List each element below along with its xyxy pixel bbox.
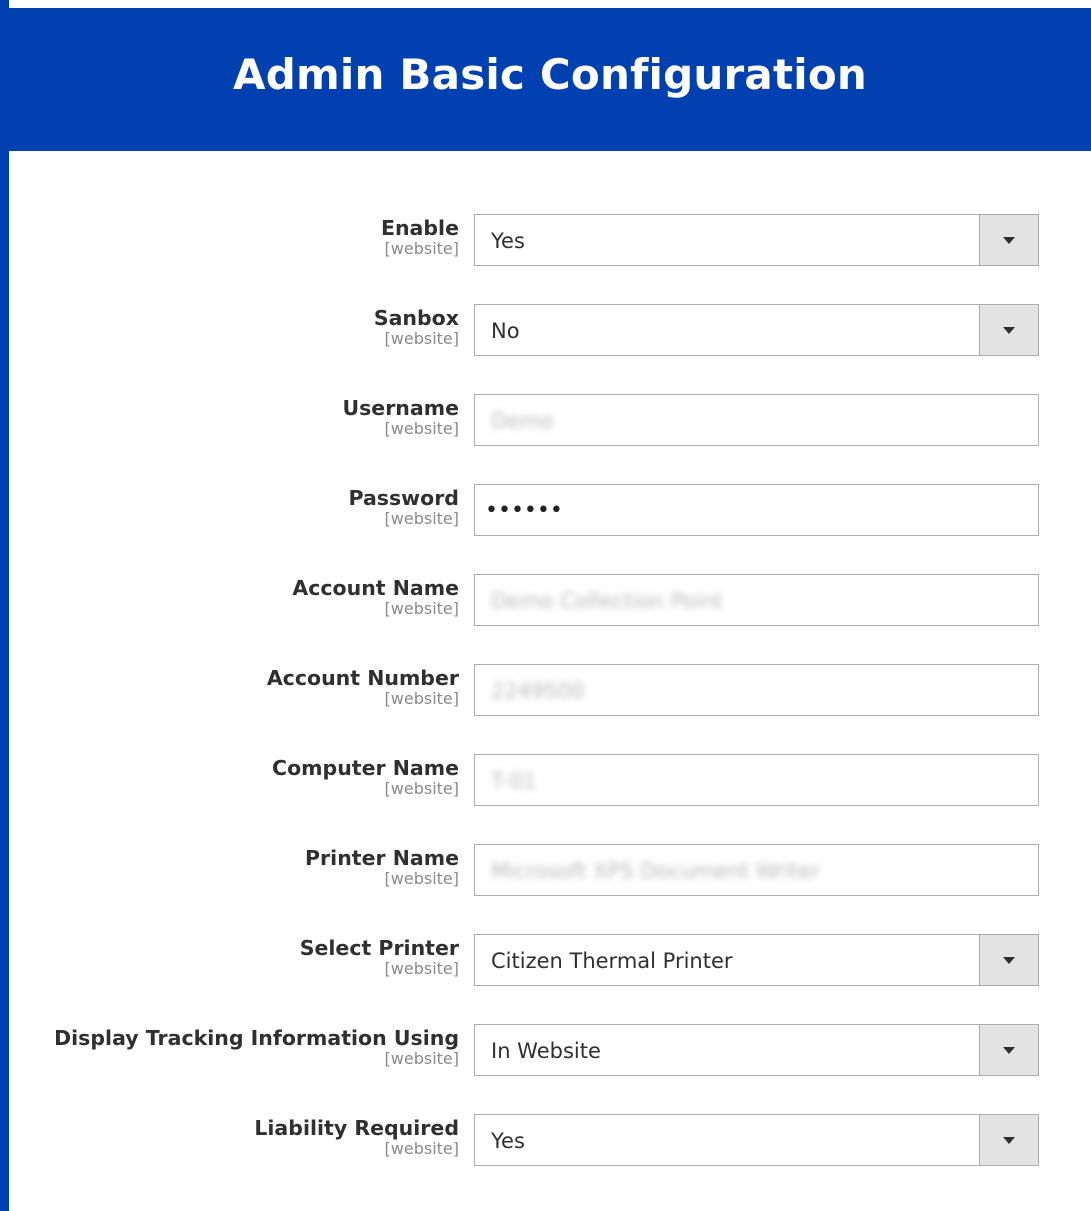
chevron-down-icon xyxy=(1003,956,1015,964)
password-scope: [website] xyxy=(384,509,459,528)
field-row-display-tracking: Display Tracking Information Using [webs… xyxy=(9,1024,1091,1114)
sanbox-select[interactable]: No xyxy=(474,304,1039,356)
username-label: Username xyxy=(342,396,459,420)
field-row-computer-name: Computer Name [website] T-01 xyxy=(9,754,1091,844)
password-masked-value: •••••• xyxy=(485,498,563,523)
account-number-label: Account Number xyxy=(266,666,459,690)
chevron-down-icon xyxy=(1003,1046,1015,1054)
chevron-down-icon xyxy=(1003,326,1015,334)
select-printer-label: Select Printer xyxy=(299,936,459,960)
field-row-select-printer: Select Printer [website] Citizen Thermal… xyxy=(9,934,1091,1024)
liability-required-select[interactable]: Yes xyxy=(474,1114,1039,1166)
computer-name-input[interactable]: T-01 xyxy=(474,754,1039,806)
config-form: Enable [website] Yes Sanbox [website] No xyxy=(9,214,1091,1204)
field-row-liability-required: Liability Required [website] Yes xyxy=(9,1114,1091,1204)
enable-scope: [website] xyxy=(384,239,459,258)
display-tracking-dropdown-button[interactable] xyxy=(979,1025,1038,1075)
select-printer-scope: [website] xyxy=(384,959,459,978)
account-number-input[interactable]: 2249500 xyxy=(474,664,1039,716)
username-input[interactable]: Demo xyxy=(474,394,1039,446)
enable-select[interactable]: Yes xyxy=(474,214,1039,266)
printer-name-value: Microsoft XPS Document Writer xyxy=(491,859,820,883)
field-row-account-number: Account Number [website] 2249500 xyxy=(9,664,1091,754)
field-row-sanbox: Sanbox [website] No xyxy=(9,304,1091,394)
printer-name-input[interactable]: Microsoft XPS Document Writer xyxy=(474,844,1039,896)
config-panel: Admin Basic Configuration Enable [websit… xyxy=(0,0,1091,1211)
account-number-value: 2249500 xyxy=(491,679,585,703)
sanbox-selected-value: No xyxy=(491,319,520,343)
account-name-label: Account Name xyxy=(292,576,459,600)
select-printer-select[interactable]: Citizen Thermal Printer xyxy=(474,934,1039,986)
display-tracking-scope: [website] xyxy=(384,1049,459,1068)
field-row-username: Username [website] Demo xyxy=(9,394,1091,484)
enable-selected-value: Yes xyxy=(491,229,525,253)
field-row-account-name: Account Name [website] Demo Collection P… xyxy=(9,574,1091,664)
computer-name-value: T-01 xyxy=(491,769,537,793)
sanbox-label: Sanbox xyxy=(373,306,459,330)
printer-name-label: Printer Name xyxy=(305,846,459,870)
enable-label: Enable xyxy=(380,216,459,240)
computer-name-label: Computer Name xyxy=(272,756,459,780)
field-row-printer-name: Printer Name [website] Microsoft XPS Doc… xyxy=(9,844,1091,934)
password-label: Password xyxy=(348,486,459,510)
account-name-input[interactable]: Demo Collection Point xyxy=(474,574,1039,626)
display-tracking-label: Display Tracking Information Using xyxy=(54,1026,459,1050)
select-printer-selected-value: Citizen Thermal Printer xyxy=(491,949,733,973)
display-tracking-select[interactable]: In Website xyxy=(474,1024,1039,1076)
liability-required-dropdown-button[interactable] xyxy=(979,1115,1038,1165)
display-tracking-selected-value: In Website xyxy=(491,1039,601,1063)
account-name-value: Demo Collection Point xyxy=(491,589,723,613)
account-number-scope: [website] xyxy=(384,689,459,708)
page-title: Admin Basic Configuration xyxy=(232,50,867,99)
enable-dropdown-button[interactable] xyxy=(979,215,1038,265)
field-row-enable: Enable [website] Yes xyxy=(9,214,1091,304)
field-row-password: Password [website] •••••• xyxy=(9,484,1091,574)
username-scope: [website] xyxy=(384,419,459,438)
sanbox-scope: [website] xyxy=(384,329,459,348)
password-input[interactable]: •••••• xyxy=(474,484,1039,536)
sanbox-dropdown-button[interactable] xyxy=(979,305,1038,355)
liability-required-label: Liability Required xyxy=(254,1116,459,1140)
select-printer-dropdown-button[interactable] xyxy=(979,935,1038,985)
username-value: Demo xyxy=(491,409,554,433)
printer-name-scope: [website] xyxy=(384,869,459,888)
chevron-down-icon xyxy=(1003,1136,1015,1144)
computer-name-scope: [website] xyxy=(384,779,459,798)
page-header: Admin Basic Configuration xyxy=(9,8,1091,151)
liability-required-scope: [website] xyxy=(384,1139,459,1158)
chevron-down-icon xyxy=(1003,236,1015,244)
liability-required-selected-value: Yes xyxy=(491,1129,525,1153)
account-name-scope: [website] xyxy=(384,599,459,618)
